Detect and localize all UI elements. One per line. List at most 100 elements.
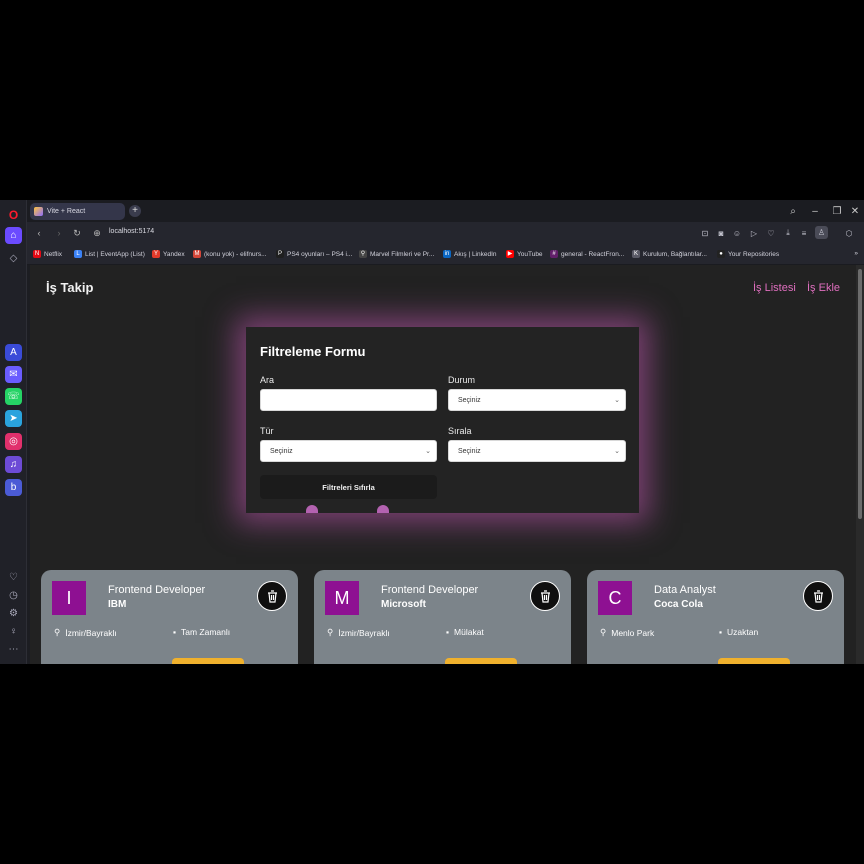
browser-sidebar: O ⌂ ◇ A ✉ ☏ ➤ ◎ ♫ b ♡ ◷ ⚙ ♀ ⋯ — [0, 200, 27, 664]
bookmark-item[interactable]: Y Yandex — [152, 250, 185, 258]
extension-icon[interactable]: b — [5, 479, 22, 496]
job-position: Frontend Developer — [108, 584, 206, 596]
site-info-icon[interactable]: ⊕ — [91, 227, 103, 239]
reset-filters-button[interactable]: Filtreleri Sıfırla — [260, 475, 437, 499]
scrollbar-thumb[interactable] — [858, 269, 862, 519]
location-pin-icon: ⚲ — [327, 627, 334, 637]
music-player-icon[interactable]: ♫ — [5, 456, 22, 473]
bookmark-label: List | EventApp (List) — [85, 250, 145, 258]
settings-icon[interactable]: ⚙ — [7, 607, 20, 620]
vpn-icon[interactable]: ☺ — [732, 228, 742, 238]
reload-icon[interactable]: ↻ — [71, 227, 83, 239]
tab-active[interactable]: Vite + React — [30, 203, 125, 220]
camera-icon[interactable]: ◙ — [716, 228, 726, 238]
telegram-icon[interactable]: ➤ — [5, 410, 22, 427]
web-page: İş Takip İş Listesi İş Ekle Filtreleme F… — [30, 265, 856, 664]
briefcase-icon: ▪ — [173, 627, 177, 637]
snapshot-icon[interactable]: ⊡ — [700, 228, 710, 238]
bookmark-item[interactable]: M (konu yok) - elifnurs... — [193, 250, 267, 258]
github-icon: ● — [717, 250, 725, 258]
more-icon[interactable]: ⋯ — [7, 643, 20, 656]
job-card: I Frontend Developer IBM ⚲ İzmir/Bayraklı ▪ Ta… — [41, 570, 298, 664]
job-type: ▪ Uzaktan — [719, 627, 758, 637]
company-logo: I — [52, 581, 86, 615]
opera-logo-icon[interactable]: O — [5, 206, 22, 223]
restore-icon[interactable]: ❐ — [830, 204, 844, 218]
bookmark-item[interactable]: in Akış | LinkedIn — [443, 250, 497, 258]
bookmark-item[interactable]: ▶ YouTube — [506, 250, 543, 258]
page-scrollbar[interactable] — [856, 265, 864, 664]
filter-form: Filtreleme Formu Ara Durum Seçiniz ⌄ Tür… — [246, 327, 639, 513]
forward-icon[interactable]: › — [53, 227, 65, 239]
new-tab-button[interactable]: + — [129, 205, 141, 217]
easy-setup-icon[interactable]: ≡ — [799, 228, 809, 238]
job-card: M Frontend Developer Microsoft ⚲ İzmir/Bayra… — [314, 570, 571, 664]
chevron-down-icon: ⌄ — [614, 448, 620, 455]
bookmark-item[interactable]: P PS4 oyunları – PS4 i... — [276, 250, 352, 258]
app-brand[interactable]: İş Takip — [46, 280, 93, 295]
decorative-dot — [306, 505, 318, 513]
messenger-icon[interactable]: ✉ — [5, 366, 22, 383]
nav-job-list-link[interactable]: İş Listesi — [753, 282, 796, 294]
type-text: Tam Zamanlı — [181, 627, 231, 637]
ps-icon: P — [276, 250, 284, 258]
job-type: ▪ Mülakat — [446, 627, 484, 637]
status-label: Durum — [448, 375, 476, 385]
marvel-icon: ⚲ — [359, 250, 367, 258]
status-badge — [172, 658, 244, 664]
bookmark-label: Netflix — [44, 250, 63, 258]
company-name: Microsoft — [381, 599, 426, 610]
status-select[interactable]: Seçiniz ⌄ — [448, 389, 626, 411]
bookmark-item[interactable]: ⚲ Marvel Filmleri ve Pr... — [359, 250, 434, 258]
bookmark-item[interactable]: ● Your Repositories — [717, 250, 779, 258]
extensions-icon[interactable]: ⬡ — [844, 228, 854, 238]
nav-add-job-link[interactable]: İş Ekle — [807, 282, 840, 294]
download-icon[interactable]: ⤓ — [783, 228, 793, 238]
job-card: C Data Analyst Coca Cola ⚲ Menlo Park ▪ Uzakta… — [587, 570, 844, 664]
gmail-icon: M — [193, 250, 201, 258]
location-pin-icon: ⚲ — [54, 627, 61, 637]
speed-dial-icon[interactable]: ◇ — [7, 252, 20, 265]
briefcase-icon: ▪ — [719, 627, 723, 637]
aria-icon[interactable]: A — [5, 344, 22, 361]
job-location: ⚲ Menlo Park — [600, 627, 654, 638]
slack-icon: # — [550, 250, 558, 258]
search-input[interactable] — [260, 389, 437, 411]
decorative-dot — [377, 505, 389, 513]
instagram-icon[interactable]: ◎ — [5, 433, 22, 450]
delete-button[interactable] — [530, 581, 560, 611]
bookmark-label: general - ReactFron... — [561, 250, 625, 258]
bookmark-item[interactable]: K Kurulum, Bağlantılar... — [632, 250, 707, 258]
delete-button[interactable] — [257, 581, 287, 611]
whatsapp-icon[interactable]: ☏ — [5, 388, 22, 405]
home-icon[interactable]: ⌂ — [5, 227, 22, 244]
job-position: Data Analyst — [654, 584, 716, 596]
yandex-icon: Y — [152, 250, 160, 258]
delete-button[interactable] — [803, 581, 833, 611]
back-icon[interactable]: ‹ — [33, 227, 45, 239]
bookmark-item[interactable]: N Netflix — [33, 250, 62, 258]
more-bookmarks-icon[interactable]: » — [854, 250, 858, 257]
search-tabs-icon[interactable]: ⌕ — [786, 204, 800, 218]
url-field[interactable]: localhost:5174 — [109, 228, 154, 235]
location-pin-icon: ⚲ — [600, 627, 607, 637]
tips-icon[interactable]: ♀ — [7, 625, 20, 638]
status-badge — [718, 658, 790, 664]
sort-select[interactable]: Seçiniz ⌄ — [448, 440, 626, 462]
company-logo: C — [598, 581, 632, 615]
briefcase-icon: ▪ — [446, 627, 450, 637]
type-select[interactable]: Seçiniz ⌄ — [260, 440, 437, 462]
page-icon: L — [74, 250, 82, 258]
sort-select-value: Seçiniz — [458, 447, 481, 455]
bookmark-item[interactable]: # general - ReactFron... — [550, 250, 624, 258]
player-icon[interactable]: ▷ — [749, 228, 759, 238]
heart-icon[interactable]: ♡ — [7, 571, 20, 584]
history-icon[interactable]: ◷ — [7, 589, 20, 602]
minimize-icon[interactable]: – — [808, 204, 822, 218]
location-text: Menlo Park — [611, 627, 655, 638]
close-icon[interactable]: ✕ — [848, 204, 862, 218]
profile-icon[interactable]: ♙ — [815, 226, 828, 239]
bookmark-heart-icon[interactable]: ♡ — [766, 228, 776, 238]
bookmark-item[interactable]: L List | EventApp (List) — [74, 250, 145, 258]
bookmark-label: YouTube — [517, 250, 543, 258]
